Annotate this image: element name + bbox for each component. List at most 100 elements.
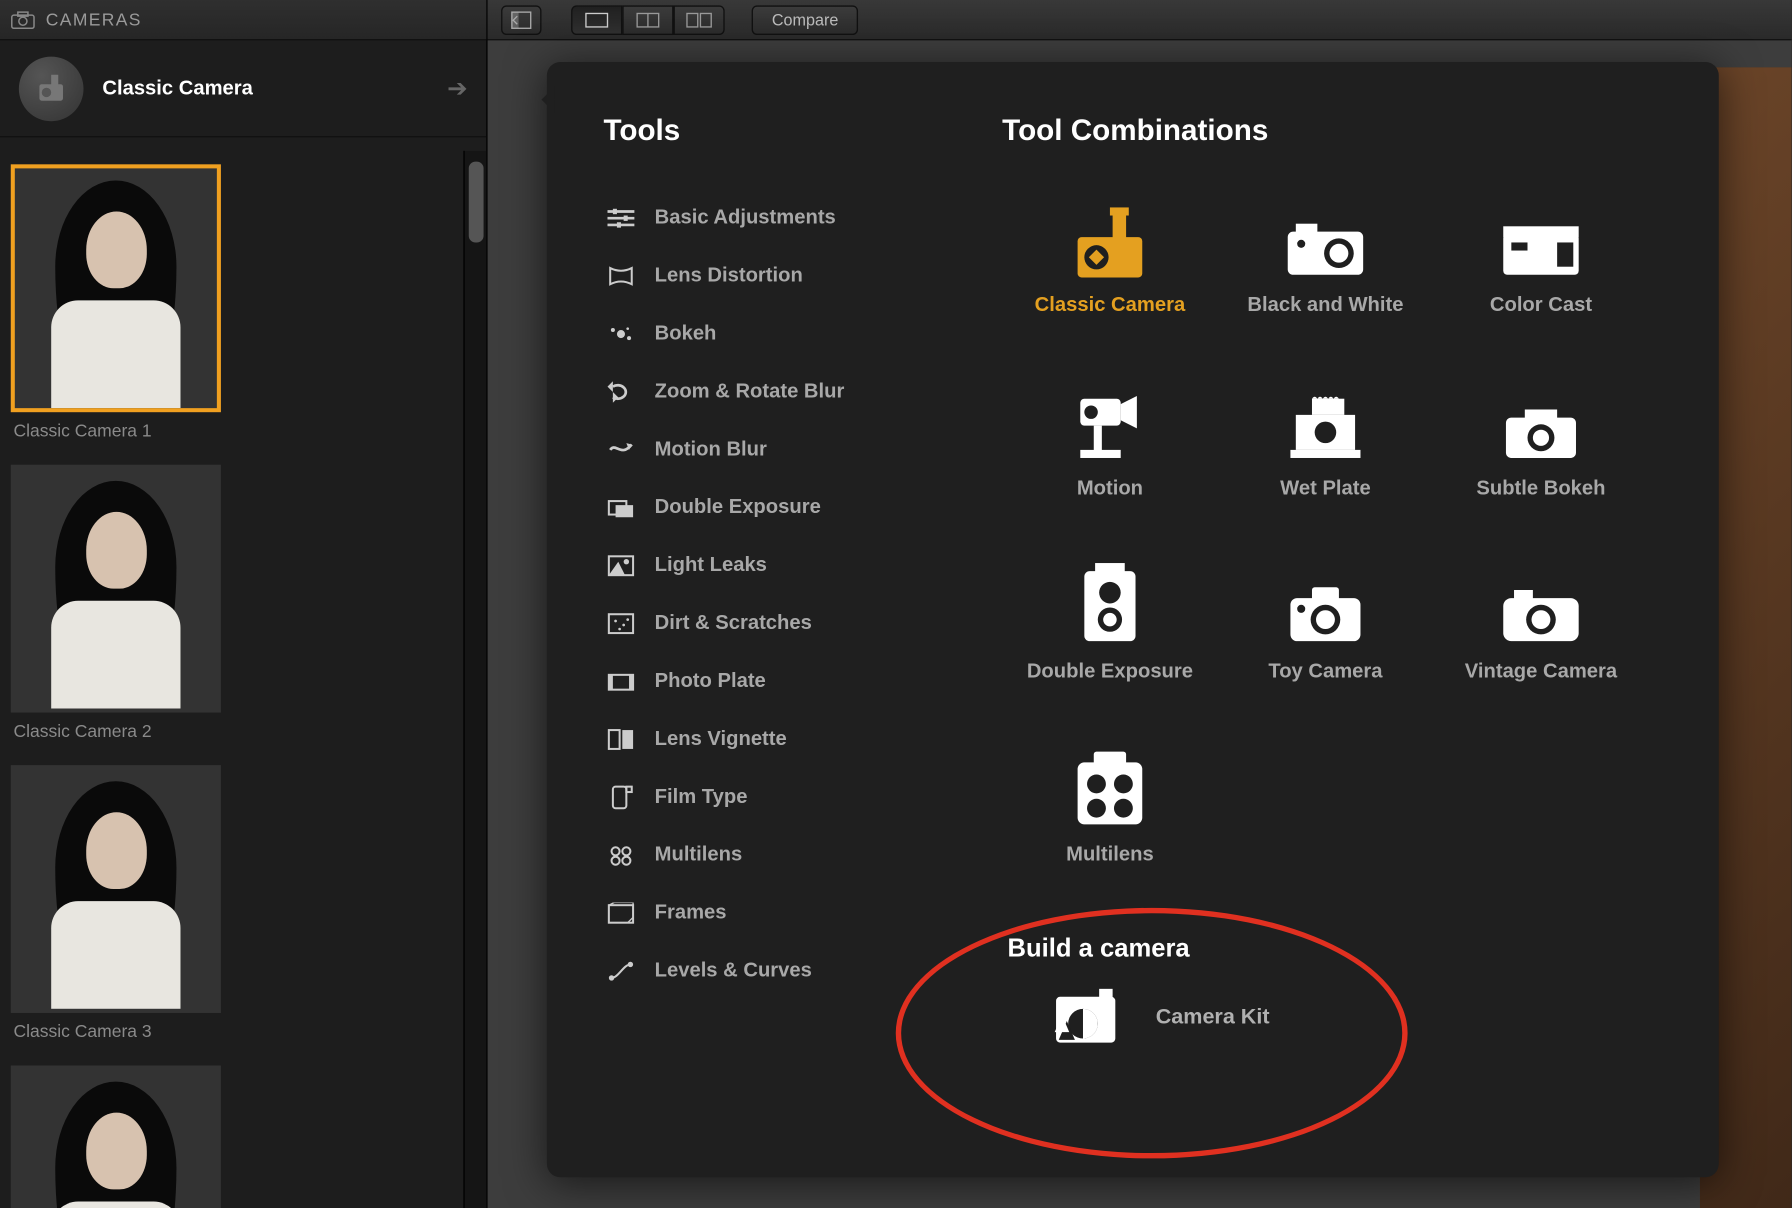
camera-kit-row[interactable]: Camera Kit — [1002, 989, 1692, 1048]
combo-label: Wet Plate — [1280, 477, 1371, 500]
scrollbar-thumb[interactable] — [469, 162, 484, 243]
preset-thumb[interactable]: Classic Camera 4 — [11, 1065, 235, 1208]
tool-item[interactable]: Multilens — [603, 826, 980, 884]
preset-thumb[interactable]: Classic Camera 1 — [11, 164, 235, 440]
view-mode-segment — [571, 5, 725, 35]
combo-item[interactable]: Subtle Bokeh — [1433, 372, 1649, 555]
classic-camera-icon — [1067, 189, 1153, 281]
distortion-icon — [603, 265, 638, 287]
camera-kit-icon — [1043, 989, 1124, 1048]
multilens-icon — [603, 844, 638, 866]
view-single-button[interactable] — [571, 5, 622, 35]
tool-item[interactable]: Film Type — [603, 768, 980, 826]
tool-item[interactable]: Lens Vignette — [603, 710, 980, 768]
tool-label: Light Leaks — [655, 554, 767, 577]
tool-label: Bokeh — [655, 322, 717, 345]
combo-label: Classic Camera — [1035, 294, 1186, 317]
combo-label: Toy Camera — [1268, 660, 1382, 683]
vintage-camera-icon — [1498, 555, 1584, 647]
preset-thumb-image — [11, 765, 221, 1013]
combo-item[interactable]: Classic Camera — [1002, 189, 1218, 372]
combo-item[interactable]: Black and White — [1218, 189, 1434, 372]
curves-icon — [603, 960, 638, 982]
preset-thumb-label: Classic Camera 1 — [11, 420, 235, 440]
combo-label: Black and White — [1247, 294, 1403, 317]
tool-label: Zoom & Rotate Blur — [655, 380, 845, 403]
subtle-bokeh-icon — [1498, 372, 1584, 464]
combo-item[interactable]: Vintage Camera — [1433, 555, 1649, 738]
preset-thumb[interactable]: Classic Camera 3 — [11, 765, 235, 1041]
tools-flyout: Tools Basic Adjustments Lens Distortion Bo… — [547, 62, 1719, 1177]
tool-label: Photo Plate — [655, 669, 766, 692]
camera-icon — [11, 10, 35, 29]
tool-item[interactable]: Double Exposure — [603, 478, 980, 536]
compare-button[interactable]: Compare — [752, 5, 859, 35]
tool-item[interactable]: Lens Distortion — [603, 247, 980, 305]
disclosure-arrow-icon: ➔ — [447, 74, 467, 102]
tool-item[interactable]: Motion Blur — [603, 420, 980, 478]
sidebar-header: CAMERAS — [0, 0, 486, 40]
sidebar-scrollbar[interactable] — [463, 151, 486, 1208]
combo-item[interactable]: Color Cast — [1433, 189, 1649, 372]
multilens-camera-icon — [1072, 738, 1147, 830]
top-toolbar: Compare — [488, 0, 1792, 40]
combo-label: Vintage Camera — [1465, 660, 1617, 683]
tool-item[interactable]: Basic Adjustments — [603, 189, 980, 247]
vignette-icon — [603, 728, 638, 750]
wet-plate-icon — [1282, 372, 1368, 464]
current-preset-label: Classic Camera — [102, 77, 253, 100]
tool-item[interactable]: Frames — [603, 884, 980, 942]
preset-thumb-image — [11, 1065, 221, 1208]
light-leaks-icon — [603, 554, 638, 576]
tool-item[interactable]: Zoom & Rotate Blur — [603, 362, 980, 420]
double-exposure-icon — [603, 496, 638, 518]
tool-label: Levels & Curves — [655, 959, 812, 982]
tool-label: Motion Blur — [655, 438, 767, 461]
toy-camera-icon — [1282, 555, 1368, 647]
preset-thumb-image — [11, 465, 221, 713]
combo-label: Double Exposure — [1027, 660, 1193, 683]
preset-thumb[interactable]: Classic Camera 2 — [11, 465, 235, 741]
dirt-icon — [603, 612, 638, 634]
view-split-button[interactable] — [622, 5, 673, 35]
tools-column: Tools Basic Adjustments Lens Distortion Bo… — [603, 113, 980, 1048]
tool-item[interactable]: Dirt & Scratches — [603, 594, 980, 652]
tool-label: Lens Distortion — [655, 264, 803, 287]
sliders-icon — [603, 207, 638, 229]
photo-plate-icon — [603, 670, 638, 692]
combo-label: Multilens — [1066, 843, 1154, 866]
preset-thumb-label: Classic Camera 2 — [11, 721, 235, 741]
combos-heading: Tool Combinations — [1002, 113, 1692, 148]
tool-label: Basic Adjustments — [655, 206, 836, 229]
tool-label: Lens Vignette — [655, 727, 787, 750]
bokeh-icon — [603, 323, 638, 345]
combo-item[interactable]: Double Exposure — [1002, 555, 1218, 738]
combo-item[interactable]: Multilens — [1002, 738, 1218, 921]
tool-label: Film Type — [655, 785, 748, 808]
camera-kit-label: Camera Kit — [1156, 1006, 1270, 1030]
view-dual-button[interactable] — [674, 5, 725, 35]
combo-item[interactable]: Toy Camera — [1218, 555, 1434, 738]
preset-thumb-image — [11, 164, 221, 412]
combo-item[interactable]: Motion — [1002, 372, 1218, 555]
tool-label: Double Exposure — [655, 496, 821, 519]
preset-thumbnails: Classic Camera 1 Classic Camera 2 Classi… — [0, 151, 462, 1208]
rotate-icon — [603, 381, 638, 403]
color-cast-icon — [1498, 189, 1584, 281]
current-preset-row[interactable]: Classic Camera ➔ — [0, 40, 486, 137]
combo-item[interactable]: Wet Plate — [1218, 372, 1434, 555]
compare-label: Compare — [772, 10, 838, 29]
sidebar-title: CAMERAS — [46, 9, 142, 29]
tools-heading: Tools — [603, 113, 980, 148]
tool-item[interactable]: Bokeh — [603, 304, 980, 362]
preset-thumb-label: Classic Camera 3 — [11, 1021, 235, 1041]
tool-item[interactable]: Levels & Curves — [603, 942, 980, 1000]
panel-toggle-button[interactable] — [501, 5, 541, 35]
tool-item[interactable]: Light Leaks — [603, 536, 980, 594]
combinations-column: Tool Combinations Classic Camera Black an… — [981, 113, 1692, 1048]
tool-item[interactable]: Photo Plate — [603, 652, 980, 710]
motion-camera-icon — [1067, 372, 1153, 464]
tool-label: Frames — [655, 901, 727, 924]
tool-label: Multilens — [655, 843, 743, 866]
preset-thumbnail-icon — [19, 56, 84, 121]
